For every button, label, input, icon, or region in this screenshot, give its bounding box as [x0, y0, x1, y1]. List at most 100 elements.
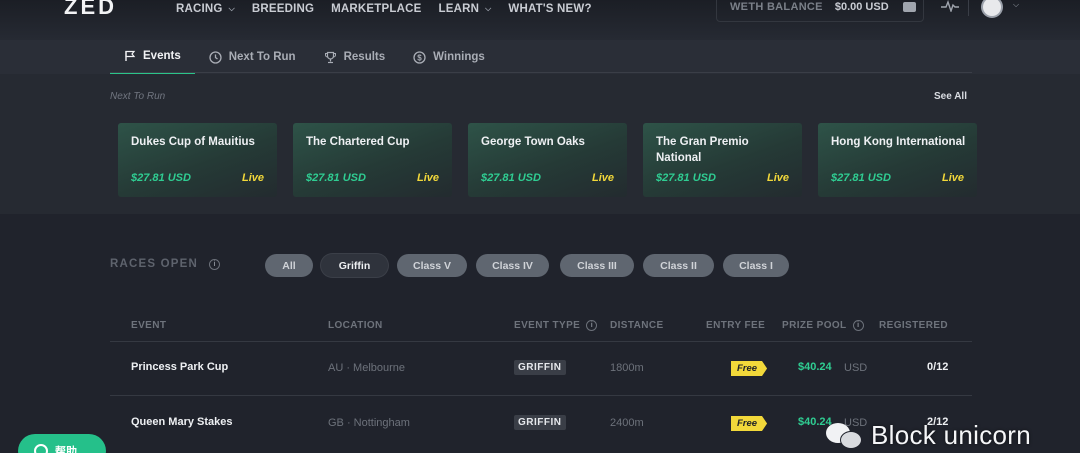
top-navigation-bar: ZED RACING ⌵ BREEDING MARKETPLACE LEARN … — [0, 0, 1080, 40]
zed-logo[interactable]: ZED — [64, 0, 117, 20]
tab-winnings[interactable]: $ Winnings — [399, 40, 499, 74]
tab-results[interactable]: Results — [310, 40, 400, 74]
svg-text:$: $ — [417, 53, 422, 62]
filter-class-ii[interactable]: Class II — [643, 254, 714, 277]
race-card[interactable]: The Gran Premio National $27.81 USD Live — [643, 123, 802, 197]
tab-events[interactable]: Events — [110, 40, 195, 74]
help-label: 帮助 — [55, 446, 77, 453]
col-header-distance: DISTANCE — [610, 320, 664, 331]
row-event-name[interactable]: Princess Park Cup — [131, 361, 228, 373]
table-divider — [110, 395, 972, 396]
filter-class-iv[interactable]: Class IV — [476, 254, 549, 277]
race-card[interactable]: Dukes Cup of Mauitius $27.81 USD Live — [118, 123, 277, 197]
races-open-title: RACES OPEN — [110, 258, 199, 270]
watermark: Block unicorn — [826, 420, 1031, 451]
col-header-registered-label: REGISTERED — [879, 320, 949, 331]
info-icon[interactable]: i — [586, 320, 598, 331]
chevron-down-icon[interactable]: ⌵ — [1013, 0, 1019, 10]
info-icon[interactable]: i — [209, 259, 220, 270]
race-card-price: $27.81 USD — [481, 172, 541, 184]
row-location: GB · Nottingham — [328, 417, 410, 429]
row-registered: 0/12 — [927, 361, 949, 373]
balance-value: $0.00 USD — [834, 1, 889, 13]
nav-marketplace[interactable]: MARKETPLACE — [331, 3, 421, 15]
col-header-entry-fee-label: ENTRY FEE — [706, 320, 766, 331]
nav-divider — [968, 0, 969, 16]
nav-marketplace-label: MARKETPLACE — [331, 3, 422, 15]
help-button[interactable]: 帮助 — [18, 434, 106, 453]
row-location: AU · Melbourne — [328, 362, 406, 374]
row-event-name[interactable]: Queen Mary Stakes — [131, 416, 233, 428]
avatar[interactable] — [981, 0, 1003, 18]
race-card-price: $27.81 USD — [306, 172, 366, 184]
tab-next-to-run[interactable]: Next To Run — [195, 40, 310, 74]
race-card-live-status: Live — [241, 172, 264, 184]
nav-whats-new-label: WHAT'S NEW? — [508, 3, 592, 15]
tab-bar: Events Next To Run Results $ Winnings — [110, 40, 499, 74]
race-card-live-status: Live — [766, 172, 789, 184]
race-card-live-status: Live — [416, 172, 439, 184]
race-card-price: $27.81 USD — [131, 172, 191, 184]
nav-breeding[interactable]: BREEDING — [252, 3, 314, 15]
filter-all[interactable]: All — [265, 254, 313, 277]
nav-learn-label: LEARN — [438, 3, 480, 15]
chat-bubbles-icon — [826, 421, 864, 451]
events-subnav: Events Next To Run Results $ Winnings — [0, 40, 1080, 74]
race-card-live-status: Live — [941, 172, 964, 184]
filter-class-iii[interactable]: Class III — [560, 254, 634, 277]
nav-racing-label: RACING — [176, 3, 223, 15]
row-prize-pool: $40.24 — [798, 361, 832, 373]
wallet-icon — [902, 2, 916, 12]
info-icon[interactable]: i — [852, 320, 864, 331]
nav-racing[interactable]: RACING ⌵ — [176, 3, 235, 15]
race-card-price: $27.81 USD — [656, 172, 716, 184]
race-card-live-status: Live — [591, 172, 614, 184]
next-to-run-title: Next To Run — [110, 91, 166, 102]
tab-results-label: Results — [343, 51, 386, 63]
balance-label: WETH BALANCE — [730, 1, 823, 13]
row-event-type-badge: GRIFFIN — [514, 360, 566, 375]
table-divider — [110, 341, 972, 342]
clock-icon — [209, 50, 222, 64]
col-header-event: EVENT — [131, 320, 166, 331]
row-entry-fee-badge: Free — [731, 416, 768, 431]
race-card-name: Dukes Cup of Mauitius — [131, 136, 255, 148]
col-header-prize-pool-label: PRIZE POOL — [782, 320, 847, 331]
nav-whats-new[interactable]: WHAT'S NEW? — [508, 3, 591, 15]
col-header-event-type: EVENT TYPE i — [514, 320, 598, 331]
nav-breeding-label: BREEDING — [251, 3, 315, 15]
tab-next-to-run-label: Next To Run — [228, 51, 296, 63]
race-card[interactable]: The Chartered Cup $27.81 USD Live — [293, 123, 452, 197]
col-header-entry-fee: ENTRY FEE — [706, 320, 765, 331]
col-header-prize-pool: PRIZE POOL i — [782, 320, 864, 331]
activity-pulse-icon[interactable] — [941, 0, 959, 12]
chevron-down-icon: ⌵ — [228, 4, 235, 13]
race-card-price: $27.81 USD — [831, 172, 891, 184]
row-event-type-badge: GRIFFIN — [514, 415, 566, 430]
filter-griffin[interactable]: Griffin — [321, 254, 388, 277]
row-distance: 1800m — [610, 362, 644, 374]
filter-class-v[interactable]: Class V — [397, 254, 467, 277]
tab-winnings-label: Winnings — [433, 51, 485, 63]
col-header-registered: REGISTERED — [879, 320, 948, 331]
row-prize-currency: USD — [844, 362, 868, 374]
race-card-name: George Town Oaks — [481, 136, 585, 148]
dollar-coin-icon: $ — [413, 50, 426, 64]
race-card[interactable]: George Town Oaks $27.81 USD Live — [468, 123, 627, 197]
next-to-run-section: Next To Run See All Dukes Cup of Mauitiu… — [0, 74, 1080, 214]
watermark-text: Block unicorn — [871, 420, 1031, 450]
race-card-name: Hong Kong International — [831, 136, 966, 148]
race-card[interactable]: Hong Kong International $27.81 USD Live — [818, 123, 977, 197]
race-card-name: The Gran Premio National — [656, 136, 749, 164]
flag-icon — [125, 50, 136, 61]
tab-events-label: Events — [143, 50, 181, 62]
weth-balance-box[interactable]: WETH BALANCE $0.00 USD — [716, 0, 924, 22]
race-card-name: The Chartered Cup — [306, 136, 410, 148]
tab-divider — [110, 72, 972, 73]
col-header-location-label: LOCATION — [328, 320, 383, 331]
see-all-link[interactable]: See All — [934, 91, 967, 102]
col-header-location: LOCATION — [328, 320, 383, 331]
filter-class-i[interactable]: Class I — [723, 254, 789, 277]
row-entry-fee-badge: Free — [731, 361, 768, 376]
nav-learn[interactable]: LEARN ⌵ — [439, 3, 492, 15]
